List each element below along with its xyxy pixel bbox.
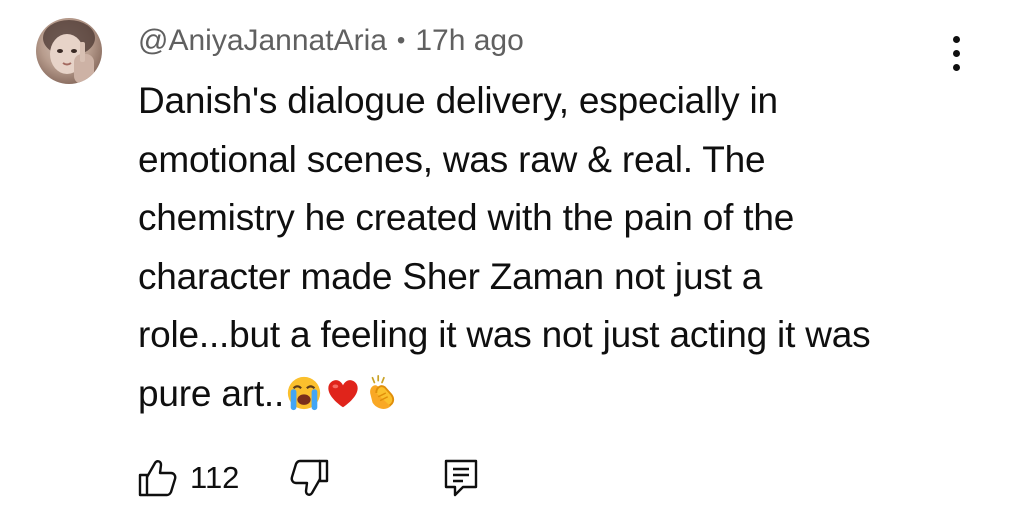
comment-actions: 112 [136, 455, 481, 501]
comment-item: @AniyaJannatAria • 17h ago Danish's dial… [0, 0, 1024, 521]
more-vert-icon [952, 35, 960, 43]
more-vert-icon-dot [952, 49, 960, 57]
reply-button[interactable] [441, 457, 481, 499]
more-options-button[interactable] [934, 28, 978, 78]
comment-text-line: emotional scenes, was raw & real. The [138, 138, 766, 180]
clapping-hands-icon [370, 374, 395, 409]
avatar[interactable] [36, 18, 102, 84]
comment-text-last-line: pure art.. [138, 365, 978, 424]
loudly-crying-face-icon [287, 376, 321, 410]
dislike-button[interactable] [289, 457, 331, 499]
comment-text-line: pure art.. [138, 372, 285, 414]
avatar-image [43, 20, 95, 84]
reply-comment-icon [445, 459, 478, 497]
red-heart-icon [328, 379, 358, 407]
like-button[interactable]: 112 [136, 457, 239, 499]
comment-text: Danish's dialogue delivery, especially i… [138, 72, 978, 423]
comment-text-line: chemistry he created with the pain of th… [138, 197, 795, 238]
comment-header: @AniyaJannatAria • 17h ago [138, 20, 524, 62]
like-count: 112 [190, 460, 240, 495]
comment-text-line: role...but a feeling it was not just act… [138, 314, 871, 355]
thumb-up-icon [138, 460, 177, 497]
thumb-down-icon [290, 459, 329, 496]
author-handle[interactable]: @AniyaJannatAria [138, 24, 387, 58]
more-vert-icon-dot [952, 63, 960, 71]
comment-text-line: Danish's dialogue delivery, especially i… [138, 80, 778, 121]
comment-text-line: character made Sher Zaman not just a [138, 255, 763, 297]
meta-separator: • [396, 27, 406, 54]
comment-time[interactable]: 17h ago [415, 24, 523, 58]
